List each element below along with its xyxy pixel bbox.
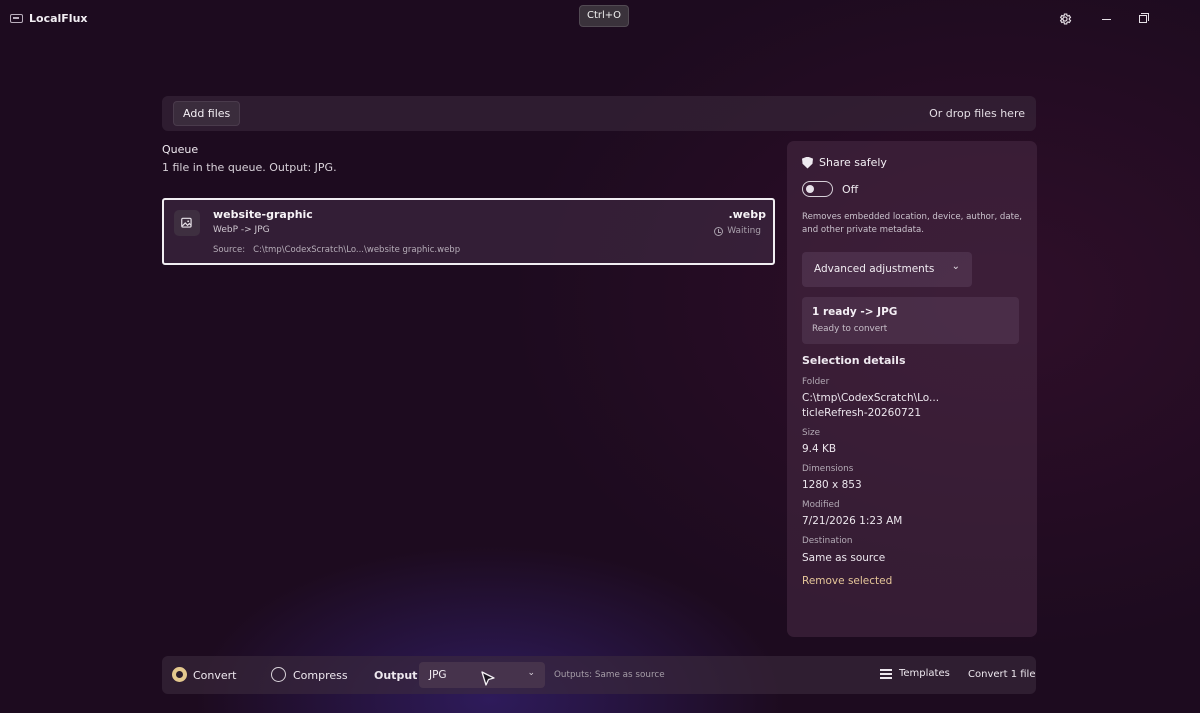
settings-button[interactable] <box>1056 10 1074 28</box>
folder-line-2: ticleRefresh-20260721 <box>802 407 922 419</box>
file-source-path: C:\tmp\CodexScratch\Lo...\website graphi… <box>253 245 461 255</box>
minimize-icon <box>1101 18 1111 20</box>
side-panel: Share safely Off Removes embedded locati… <box>787 141 1037 637</box>
selection-details-title: Selection details <box>802 354 906 367</box>
remove-selected-link[interactable]: Remove selected <box>802 575 892 587</box>
ready-title: 1 ready -> JPG <box>812 306 898 318</box>
modified-value: 7/21/2026 1:23 AM <box>802 515 903 527</box>
size-value: 9.4 KB <box>802 443 837 455</box>
clock-icon <box>714 226 724 236</box>
dimensions-value: 1280 x 853 <box>802 479 862 491</box>
bottom-action-bar: Convert Compress Output JPG ⌄ Outputs: S… <box>162 656 1036 694</box>
file-name: website-graphic <box>213 208 313 221</box>
compress-radio-label[interactable]: Compress <box>293 669 348 682</box>
convert-files-button[interactable]: Convert 1 file <box>968 669 1036 680</box>
file-extension: .webp <box>728 208 766 221</box>
share-safely-toggle[interactable] <box>802 181 833 197</box>
templates-label: Templates <box>899 668 950 679</box>
advanced-adjustments-dropdown[interactable]: Advanced adjustments ⌄ <box>802 252 972 287</box>
file-status: Waiting <box>714 226 761 236</box>
output-label: Output <box>374 669 418 682</box>
file-source: Source: C:\tmp\CodexScratch\Lo...\websit… <box>213 245 460 255</box>
folder-line-1: C:\tmp\CodexScratch\Lo... <box>802 392 940 404</box>
toggle-state-label: Off <box>842 183 859 196</box>
minimize-button[interactable] <box>1097 10 1115 28</box>
drop-hint: Or drop files here <box>929 107 1025 120</box>
templates-button[interactable]: Templates <box>880 668 950 679</box>
share-description: Removes embedded location, device, autho… <box>802 212 1023 235</box>
size-label: Size <box>802 428 821 438</box>
advanced-adjustments-label: Advanced adjustments <box>814 263 935 275</box>
convert-radio[interactable] <box>172 667 187 682</box>
shield-icon <box>802 156 813 169</box>
add-files-button[interactable]: Add files <box>173 101 241 126</box>
destination-label: Destination <box>802 536 853 546</box>
file-conversion: WebP -> JPG <box>213 225 270 235</box>
dimensions-label: Dimensions <box>802 464 854 474</box>
shortcut-tooltip: Ctrl+O <box>579 5 630 27</box>
mouse-cursor-icon <box>481 671 495 686</box>
share-safely-header: Share safely <box>802 156 887 169</box>
ready-summary: 1 ready -> JPG Ready to convert <box>802 297 1019 344</box>
restore-icon <box>1139 13 1149 23</box>
title-bar: LocalFlux Ctrl+O <box>0 0 1200 38</box>
convert-radio-label[interactable]: Convert <box>193 669 237 682</box>
image-file-icon <box>174 210 200 236</box>
queue-title: Queue <box>162 143 199 156</box>
restore-button[interactable] <box>1134 10 1152 28</box>
outputs-hint: Outputs: Same as source <box>554 670 665 680</box>
chevron-down-icon: ⌄ <box>527 668 535 678</box>
destination-value: Same as source <box>802 552 886 564</box>
compress-radio[interactable] <box>271 667 286 682</box>
folder-value: C:\tmp\CodexScratch\Lo... ticleRefresh-2… <box>802 391 939 421</box>
gear-icon <box>1059 13 1072 25</box>
queue-item[interactable]: website-graphic WebP -> JPG Source: C:\t… <box>162 198 775 265</box>
queue-summary: 1 file in the queue. Output: JPG. <box>162 161 337 174</box>
chevron-down-icon: ⌄ <box>951 261 960 272</box>
app-logo-icon <box>10 14 23 23</box>
file-status-label: Waiting <box>727 226 761 236</box>
toggle-knob <box>806 185 814 193</box>
app-title: LocalFlux <box>29 12 88 25</box>
share-safely-label: Share safely <box>819 156 887 169</box>
output-format-value: JPG <box>429 669 447 681</box>
folder-label: Folder <box>802 377 830 387</box>
file-source-label: Source: <box>213 245 246 255</box>
modified-label: Modified <box>802 500 840 510</box>
drop-zone[interactable]: Add files Or drop files here <box>162 96 1036 131</box>
app-branding: LocalFlux <box>10 12 88 25</box>
list-icon <box>880 669 892 679</box>
ready-subtitle: Ready to convert <box>812 324 888 334</box>
